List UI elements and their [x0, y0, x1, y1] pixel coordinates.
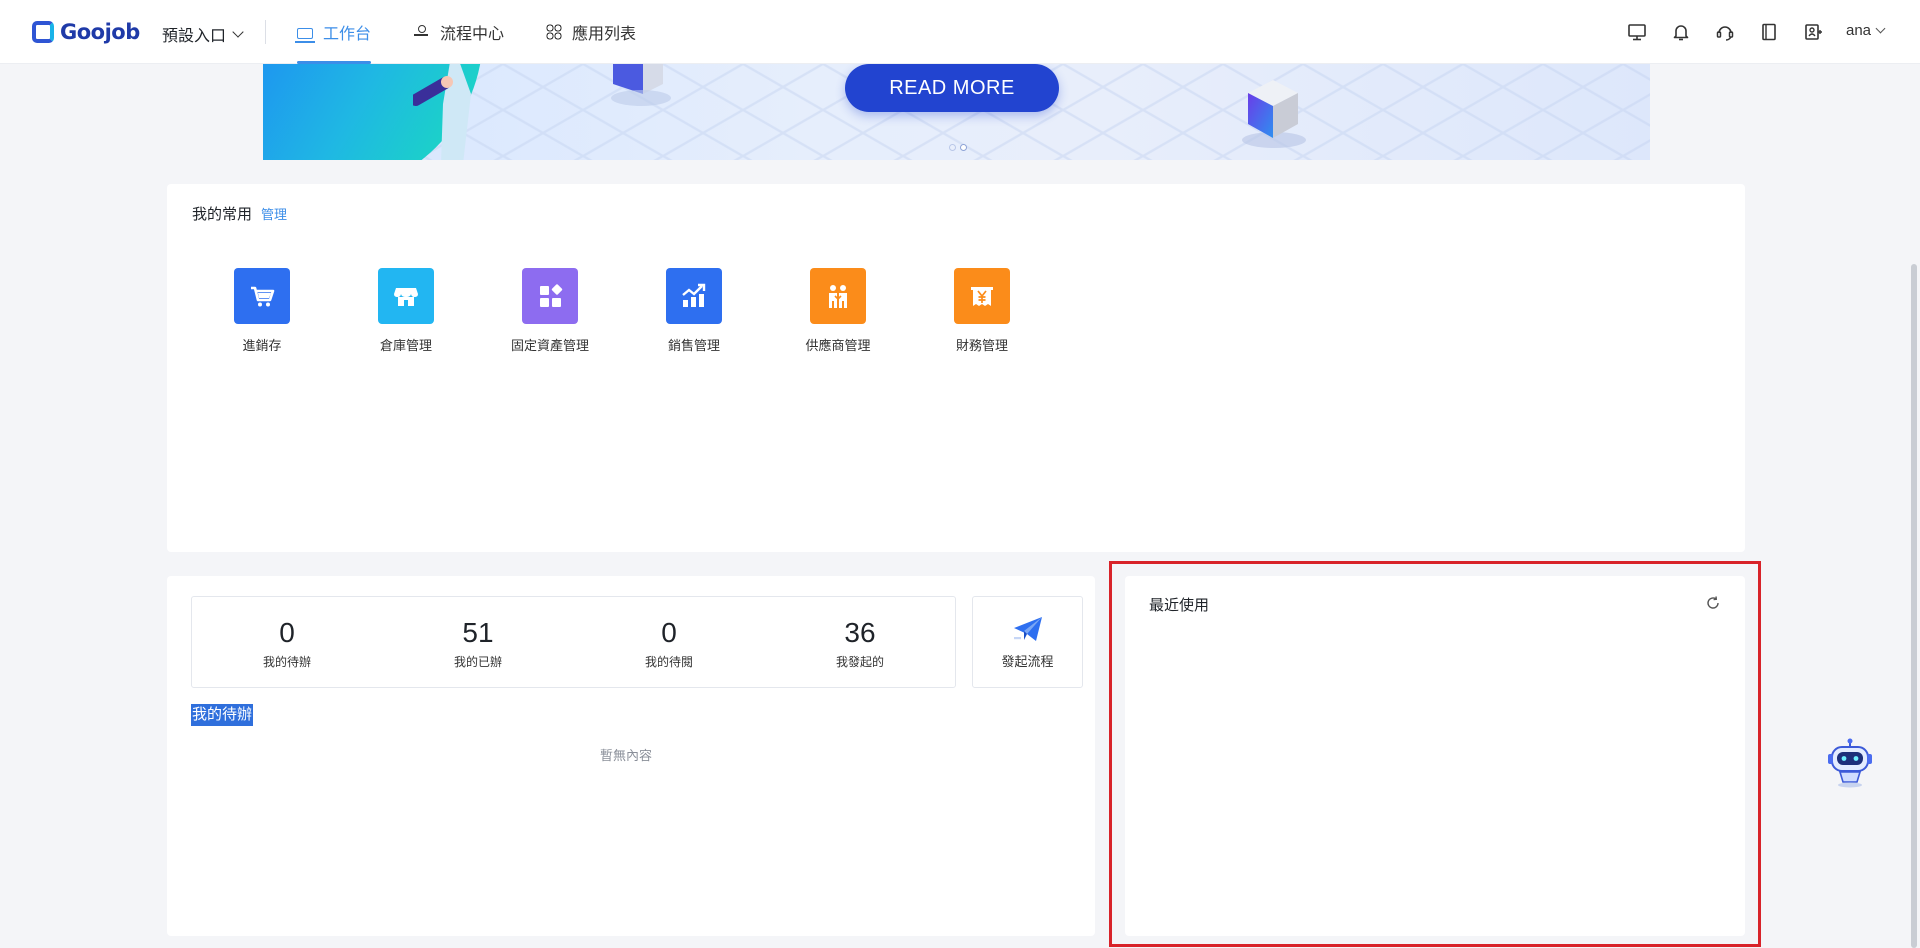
user-menu[interactable]: ana [1846, 22, 1886, 39]
bell-icon [1673, 25, 1689, 41]
refresh-icon[interactable] [1705, 595, 1721, 611]
app-shortcut-inventory[interactable]: 進銷存 [207, 268, 317, 354]
read-more-button[interactable]: READ MORE [845, 64, 1059, 112]
flow-icon [414, 24, 430, 40]
stat-my-todo[interactable]: 0 我的待辦 [212, 597, 362, 689]
logo-icon [32, 21, 54, 43]
app-shortcut-label: 進銷存 [242, 338, 282, 353]
apps-icon [546, 24, 562, 40]
app-shortcut-label: 財務管理 [955, 338, 1008, 353]
carousel-dot-1[interactable] [949, 144, 956, 151]
page-scrollbar[interactable] [1911, 264, 1917, 948]
chevron-down-icon [1875, 23, 1886, 34]
manage-link[interactable]: 管理 [261, 204, 287, 223]
stat-value: 0 [661, 616, 677, 648]
user-name: ana [1846, 22, 1872, 39]
app-shortcut-suppliers[interactable]: 供應商管理 [783, 268, 893, 354]
recent-title: 最近使用 [1149, 597, 1210, 614]
favorites-header: 我的常用 管理 [192, 203, 287, 224]
launch-process-button[interactable]: 發起流程 [972, 596, 1083, 688]
handshake-icon [810, 268, 866, 324]
headset-icon [1716, 26, 1734, 41]
favorites-title: 我的常用 [192, 206, 253, 223]
empty-state-text: 暫無內容 [599, 748, 652, 763]
tab-app-list-label: 應用列表 [572, 26, 637, 43]
support-button[interactable] [1715, 22, 1735, 42]
tasks-card: 0 我的待辦 51 我的已辦 0 我的待閱 36 我發起的 發起流程 我的待辦 … [167, 576, 1095, 936]
promo-banner[interactable]: READ MORE [263, 64, 1650, 160]
assistant-robot-icon[interactable] [1827, 738, 1873, 788]
stat-my-initiated[interactable]: 36 我發起的 [785, 597, 935, 689]
workbench-icon [295, 27, 315, 43]
user-card-icon [1805, 24, 1822, 40]
docs-button[interactable] [1759, 22, 1779, 42]
tab-flow-center[interactable]: 流程中心 [414, 0, 504, 64]
notification-button[interactable] [1671, 22, 1691, 42]
carousel-dot-2[interactable] [960, 144, 967, 151]
logo[interactable]: Goojob [32, 20, 140, 44]
monitor-button[interactable] [1627, 22, 1647, 42]
entry-label: 預設入口 [162, 28, 227, 45]
profile-card-button[interactable] [1803, 22, 1823, 42]
cube-graphic [1242, 80, 1306, 148]
yen-icon [954, 268, 1010, 324]
book-icon [1762, 23, 1776, 41]
app-shortcut-warehouse[interactable]: 倉庫管理 [351, 268, 461, 354]
stat-value: 0 [279, 616, 295, 648]
chevron-down-icon [232, 26, 244, 38]
stat-label: 我的已辦 [453, 654, 502, 669]
stat-my-to-read[interactable]: 0 我的待閱 [594, 597, 744, 689]
stat-my-done[interactable]: 51 我的已辦 [403, 597, 553, 689]
entry-selector[interactable]: 預設入口 [162, 22, 244, 46]
nav-divider [265, 20, 266, 44]
store-icon [378, 268, 434, 324]
stat-value: 51 [462, 616, 494, 648]
top-nav: Goojob 預設入口 工作台 流程中心 應用列表 ana [0, 0, 1920, 64]
tab-workbench[interactable]: 工作台 [295, 0, 372, 64]
app-shortcut-label: 供應商管理 [805, 338, 871, 353]
banner-illustration [413, 64, 471, 160]
app-shortcut-label: 倉庫管理 [379, 338, 432, 353]
paper-plane-icon [1013, 616, 1042, 641]
app-shortcut-label: 銷售管理 [667, 338, 720, 353]
cart-icon [234, 268, 290, 324]
stat-label: 我的待閱 [644, 654, 693, 669]
carousel-dots [949, 144, 967, 151]
grid-icon [522, 268, 578, 324]
stat-label: 我的待辦 [262, 654, 311, 669]
tab-workbench-label: 工作台 [323, 26, 372, 43]
favorites-card: 我的常用 管理 進銷存 倉庫管理 固定資產管理 銷售管理 供應商管理 財務管理 [167, 184, 1745, 552]
recent-card: 最近使用 [1125, 576, 1745, 936]
cube-graphic [611, 64, 671, 106]
app-shortcut-label: 固定資產管理 [510, 338, 589, 353]
logo-text: Goojob [60, 20, 140, 44]
tab-flow-center-label: 流程中心 [440, 26, 505, 43]
app-shortcut-fixed-assets[interactable]: 固定資產管理 [495, 268, 605, 354]
stat-value: 36 [844, 616, 876, 648]
launch-process-label: 發起流程 [1001, 653, 1054, 669]
todo-section-title: 我的待辦 [191, 704, 254, 726]
monitor-icon [1628, 24, 1646, 41]
tab-app-list[interactable]: 應用列表 [546, 0, 636, 64]
chart-up-icon [666, 268, 722, 324]
app-shortcut-finance[interactable]: 財務管理 [927, 268, 1037, 354]
task-stats: 0 我的待辦 51 我的已辦 0 我的待閱 36 我發起的 [191, 596, 956, 688]
app-shortcut-sales[interactable]: 銷售管理 [639, 268, 749, 354]
stat-label: 我發起的 [835, 654, 884, 669]
